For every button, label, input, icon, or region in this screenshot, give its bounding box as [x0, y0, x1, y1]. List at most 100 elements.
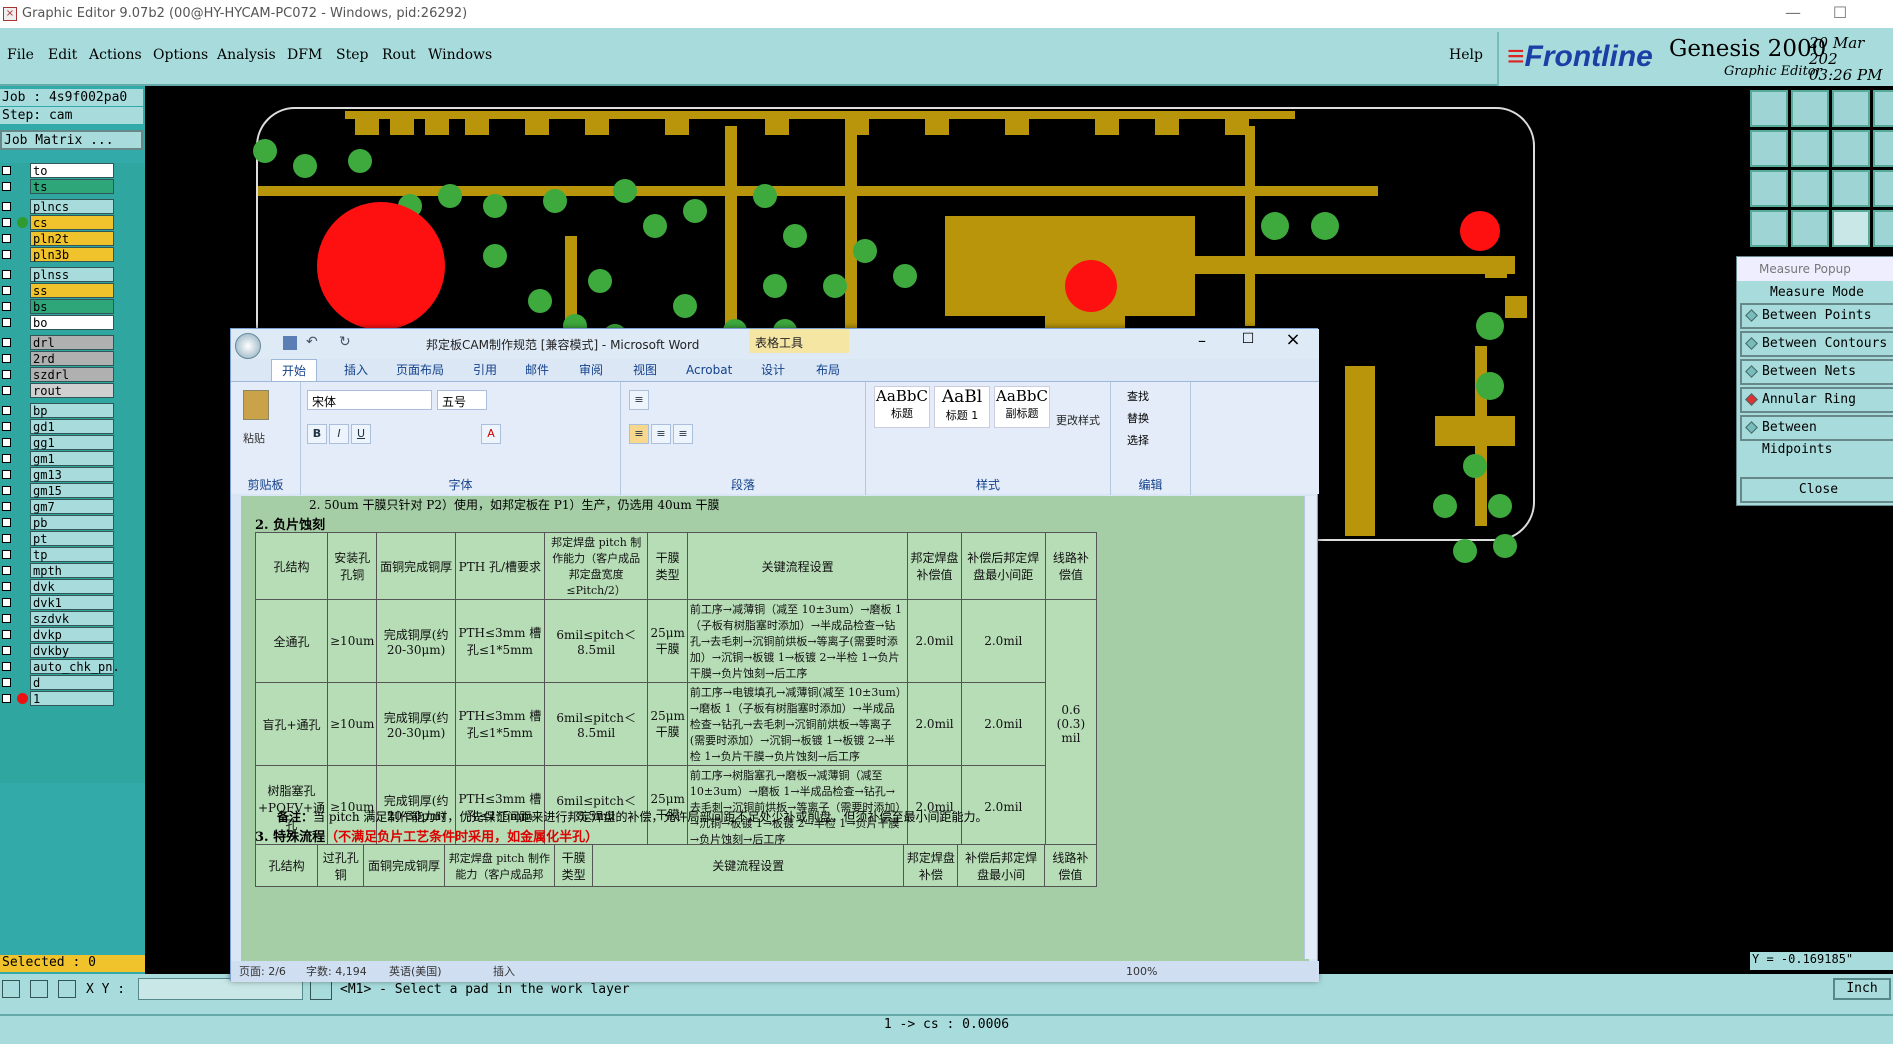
layer-name[interactable]: 1	[30, 691, 114, 706]
word-maximize-icon[interactable]: ☐	[1237, 331, 1259, 347]
layer-checkbox[interactable]	[2, 582, 11, 591]
layer-row[interactable]: pln2t	[0, 231, 145, 246]
layer-checkbox[interactable]	[2, 502, 11, 511]
replace-button[interactable]: 替换	[1127, 410, 1149, 426]
maximize-icon[interactable]: ☐	[1820, 2, 1860, 24]
tool-left-icon[interactable]	[1750, 130, 1788, 167]
tool-pan-icon[interactable]	[1791, 170, 1829, 207]
layer-row[interactable]: plnss	[0, 267, 145, 282]
measure-close-button[interactable]: Close	[1740, 477, 1893, 503]
layer-name[interactable]: to	[30, 163, 114, 178]
tool-window-icon[interactable]	[1873, 90, 1893, 127]
layer-row[interactable]: gg1	[0, 435, 145, 450]
tool-zoom-fit-icon[interactable]	[1750, 170, 1788, 207]
layer-checkbox[interactable]	[2, 422, 11, 431]
layer-name[interactable]: 2rd	[30, 351, 114, 366]
cmd-icon-1[interactable]	[2, 980, 20, 998]
office-button-icon[interactable]	[235, 333, 261, 359]
option-between-points[interactable]: Between Points	[1740, 303, 1893, 329]
layer-row[interactable]: 2rd	[0, 351, 145, 366]
tab-review[interactable]: 审阅	[579, 359, 603, 381]
layer-name[interactable]: gm15	[30, 483, 114, 498]
word-close-icon[interactable]: ×	[1281, 329, 1305, 350]
layer-row[interactable]: gd1	[0, 419, 145, 434]
menu-windows[interactable]: Windows	[428, 47, 492, 63]
layer-checkbox[interactable]	[2, 646, 11, 655]
layer-name[interactable]: pln2t	[30, 231, 114, 246]
layer-name[interactable]: szdvk	[30, 611, 114, 626]
align-right-button[interactable]: ≡	[673, 424, 693, 444]
layer-row[interactable]: cs	[0, 215, 145, 230]
tool-down-icon[interactable]	[1791, 90, 1829, 127]
tab-mailings[interactable]: 邮件	[525, 359, 549, 381]
layer-name[interactable]: tp	[30, 547, 114, 562]
tool-query-icon[interactable]	[1873, 170, 1893, 207]
style-subtitle[interactable]: AaBbC 副标题	[994, 386, 1050, 428]
layer-checkbox[interactable]	[2, 486, 11, 495]
layer-checkbox[interactable]	[2, 566, 11, 575]
layer-checkbox[interactable]	[2, 338, 11, 347]
layer-name[interactable]: d	[30, 675, 114, 690]
layer-row[interactable]: rout	[0, 383, 145, 398]
tool-ratio-icon[interactable]	[1832, 170, 1870, 207]
change-style-button[interactable]: 更改样式	[1056, 412, 1100, 428]
select-button[interactable]: 选择	[1127, 432, 1149, 448]
layer-checkbox[interactable]	[2, 678, 11, 687]
document-area[interactable]: 2. 50um 干膜只针对 P2）使用，如邦定板在 P1）生产，仍选用 40um…	[241, 496, 1309, 967]
option-between-contours[interactable]: Between Contours	[1740, 331, 1893, 357]
layer-row[interactable]: gm7	[0, 499, 145, 514]
layer-row[interactable]: pb	[0, 515, 145, 530]
layer-row[interactable]: bo	[0, 315, 145, 330]
job-matrix-button[interactable]: Job Matrix ...	[0, 130, 143, 150]
tab-references[interactable]: 引用	[473, 359, 497, 381]
tool-grid-icon[interactable]	[1791, 210, 1829, 247]
layer-checkbox[interactable]	[2, 354, 11, 363]
font-name-select[interactable]: 宋体	[307, 390, 432, 410]
tool-measure-icon[interactable]	[1832, 210, 1870, 247]
layer-checkbox[interactable]	[2, 662, 11, 671]
layer-row[interactable]: ss	[0, 283, 145, 298]
layer-checkbox[interactable]	[2, 438, 11, 447]
layer-name[interactable]: mpth	[30, 563, 114, 578]
layer-row[interactable]: pln3b	[0, 247, 145, 262]
layer-row[interactable]: szdvk	[0, 611, 145, 626]
vertical-scrollbar[interactable]	[1304, 496, 1316, 959]
tool-layers-icon[interactable]	[1750, 210, 1788, 247]
align-center-button[interactable]: ≡	[651, 424, 671, 444]
tool-undo-icon[interactable]	[1832, 130, 1870, 167]
tab-home[interactable]: 开始	[271, 359, 318, 381]
tool-home-icon[interactable]	[1750, 90, 1788, 127]
insert-mode[interactable]: 插入	[493, 961, 515, 982]
tool-house-icon[interactable]	[1832, 90, 1870, 127]
layer-row[interactable]: mpth	[0, 563, 145, 578]
menu-analysis[interactable]: Analysis	[217, 47, 276, 63]
layer-checkbox[interactable]	[2, 630, 11, 639]
paste-icon[interactable]	[243, 390, 269, 420]
layer-name[interactable]: pln3b	[30, 247, 114, 262]
layer-row[interactable]: gm1	[0, 451, 145, 466]
layer-checkbox[interactable]	[2, 470, 11, 479]
layer-row[interactable]: plncs	[0, 199, 145, 214]
redo-icon[interactable]: ↻	[339, 334, 351, 350]
layer-checkbox[interactable]	[2, 694, 11, 703]
layer-row[interactable]: tp	[0, 547, 145, 562]
layer-checkbox[interactable]	[2, 550, 11, 559]
layer-name[interactable]: gm1	[30, 451, 114, 466]
layer-row[interactable]: bp	[0, 403, 145, 418]
layer-name[interactable]: gm13	[30, 467, 114, 482]
layer-checkbox[interactable]	[2, 518, 11, 527]
layer-checkbox[interactable]	[2, 370, 11, 379]
italic-button[interactable]: I	[329, 424, 349, 444]
layer-name[interactable]: ts	[30, 179, 114, 194]
menu-actions[interactable]: Actions	[89, 47, 142, 63]
align-left-button[interactable]: ≡	[629, 424, 649, 444]
tab-insert[interactable]: 插入	[344, 359, 368, 381]
find-button[interactable]: 查找	[1127, 388, 1149, 404]
tab-layout[interactable]: 页面布局	[396, 359, 444, 381]
layer-name[interactable]: pt	[30, 531, 114, 546]
tool-help-icon[interactable]	[1873, 130, 1893, 167]
layer-name[interactable]: bs	[30, 299, 114, 314]
font-color-button[interactable]: A	[481, 424, 501, 444]
table-tools-tab[interactable]: 表格工具	[749, 329, 849, 353]
layer-name[interactable]: auto_chk_pn.	[30, 659, 120, 674]
